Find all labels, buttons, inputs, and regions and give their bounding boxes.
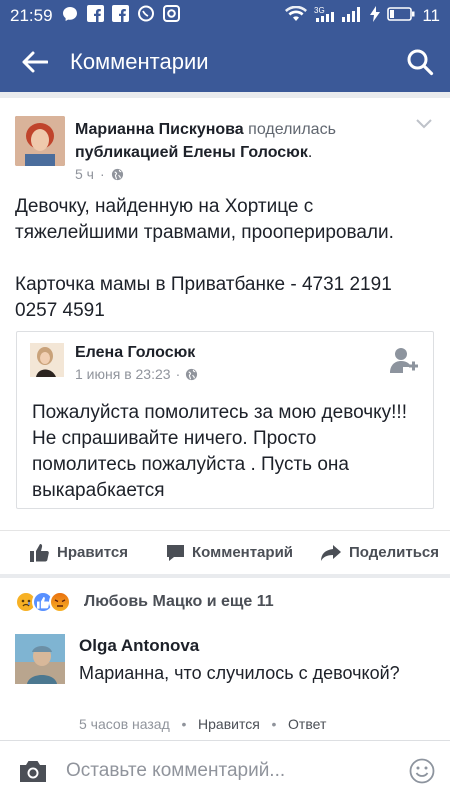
post-meta: 5 ч · xyxy=(75,166,124,182)
comment-reply-link[interactable]: Ответ xyxy=(288,716,326,732)
reactions-text: Любовь Мацко и еще 11 xyxy=(84,593,274,610)
reaction-icons xyxy=(15,591,71,613)
shared-author[interactable]: Елена Голосюк xyxy=(75,344,195,362)
globe-icon xyxy=(111,168,123,180)
comment-composer: Оставьте комментарий... xyxy=(0,740,450,800)
post-text-line: Карточка мамы в Приватбанке - 4731 2191 … xyxy=(15,274,392,321)
post-actions: Нравится Комментарий Поделиться xyxy=(0,530,450,574)
camera-button[interactable] xyxy=(0,759,66,783)
comment-author[interactable]: Olga Antonova xyxy=(79,636,199,656)
post-time[interactable]: 5 ч xyxy=(75,166,94,182)
comment-icon xyxy=(167,544,184,561)
arrow-left-icon xyxy=(22,51,48,73)
globe-icon xyxy=(186,368,198,380)
shared-object-link[interactable]: публикацией Елены Голосюк xyxy=(75,144,308,161)
add-friend-icon xyxy=(390,348,418,373)
avatar[interactable] xyxy=(30,343,64,377)
post-author[interactable]: Марианна Пискунова xyxy=(75,121,244,138)
shared-verb: поделилась xyxy=(248,121,336,138)
shared-text: Пожалуйста помолитесь за мою девочку!!! … xyxy=(32,402,407,501)
chevron-down-icon xyxy=(416,119,432,129)
comment-like-link[interactable]: Нравится xyxy=(198,716,260,732)
reactions-summary[interactable]: Любовь Мацко и еще 11 xyxy=(0,578,450,626)
comment-meta: 5 часов назад • Нравится • Ответ xyxy=(79,716,327,732)
battery-icon xyxy=(387,6,415,26)
comment-text: Марианна, что случилось с девочкой? xyxy=(79,663,400,683)
shared-time[interactable]: 1 июня в 23:23 xyxy=(75,366,171,382)
comment-label: Комментарий xyxy=(192,544,294,561)
comment-button[interactable]: Комментарий xyxy=(166,544,293,562)
wifi-icon xyxy=(285,5,308,27)
app-bar: Комментарии xyxy=(0,32,450,92)
facebook-icon xyxy=(86,5,104,27)
camera-icon xyxy=(20,760,46,782)
status-bar: 21:59 3G 11 xyxy=(0,0,450,32)
share-label: Поделиться xyxy=(349,544,440,561)
viber-icon xyxy=(137,5,155,28)
like-button[interactable]: Нравится xyxy=(30,543,128,562)
comment-input[interactable]: Оставьте комментарий... xyxy=(66,760,394,782)
svg-text:3G: 3G xyxy=(314,6,325,15)
signal-icon xyxy=(341,6,363,27)
comment-item: Olga Antonova Марианна, что случилось с … xyxy=(0,626,450,740)
back-button[interactable] xyxy=(0,32,70,92)
search-icon xyxy=(407,49,434,76)
page-title: Комментарии xyxy=(70,49,209,74)
status-time: 21:59 xyxy=(10,6,53,25)
add-friend-button[interactable] xyxy=(389,346,419,381)
angry-reaction-icon xyxy=(49,591,71,613)
avatar[interactable] xyxy=(15,116,65,166)
post-header: Марианна Пискунова поделилась публикацие… xyxy=(75,121,336,161)
post-text: Девочку, найденную на Хортице с тяжелейш… xyxy=(15,194,435,324)
battery-level: 11 xyxy=(422,6,440,25)
post-card: Марианна Пискунова поделилась публикацие… xyxy=(0,98,450,574)
shared-post[interactable]: Елена Голосюк 1 июня в 23:23 · Пожалуйст… xyxy=(16,331,434,509)
post-text-line: Девочку, найденную на Хортице с тяжелейш… xyxy=(15,196,394,243)
thumbs-up-icon xyxy=(30,544,49,562)
comment-time: 5 часов назад xyxy=(79,716,170,732)
post-options-button[interactable] xyxy=(416,116,432,134)
search-button[interactable] xyxy=(390,32,450,92)
share-icon xyxy=(321,544,341,561)
signal-3g-icon: 3G xyxy=(314,5,335,28)
smile-icon xyxy=(409,758,435,783)
messenger-icon xyxy=(61,5,79,28)
charging-icon xyxy=(370,5,381,27)
instagram-icon xyxy=(162,5,180,27)
shared-meta: 1 июня в 23:23 · xyxy=(75,366,198,382)
sticker-button[interactable] xyxy=(394,758,450,784)
like-label: Нравится xyxy=(57,544,129,561)
facebook-icon xyxy=(111,5,129,27)
avatar[interactable] xyxy=(15,634,65,684)
share-button[interactable]: Поделиться xyxy=(320,544,439,562)
